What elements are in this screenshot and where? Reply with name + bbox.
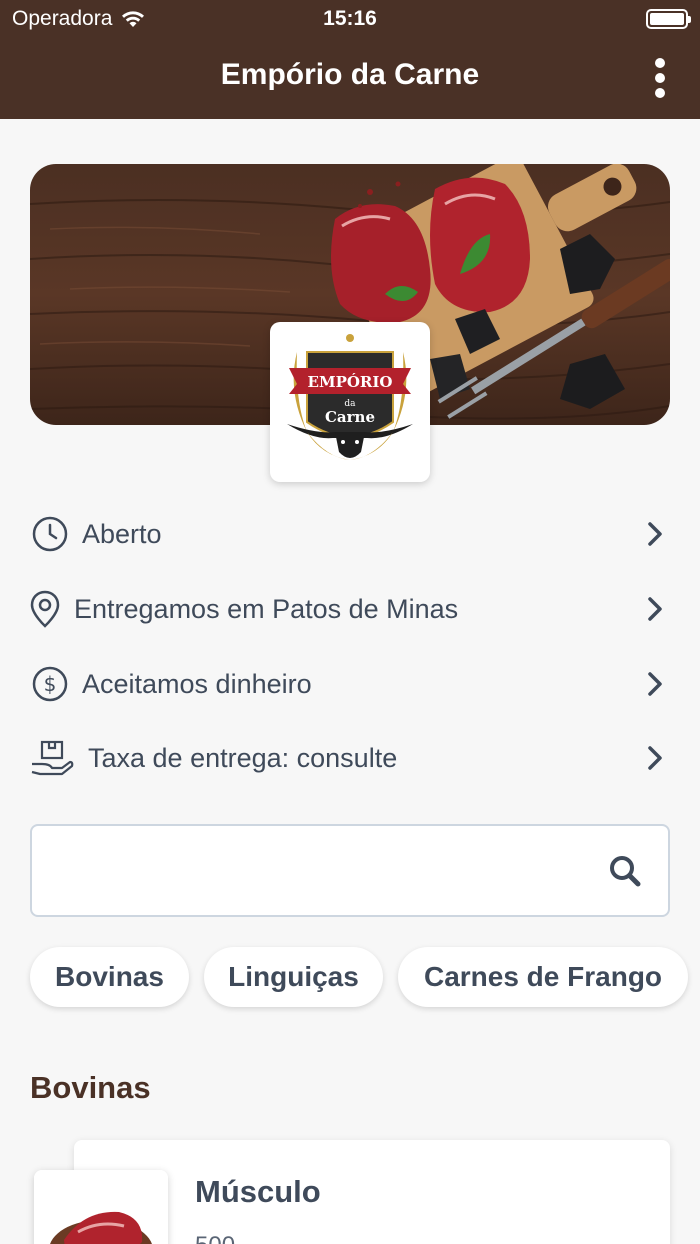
section-title: Bovinas xyxy=(30,1070,151,1105)
location-pin-icon xyxy=(30,589,60,629)
dot-icon xyxy=(655,88,665,98)
category-chip-bovinas[interactable]: Bovinas xyxy=(30,947,189,1007)
store-logo: EMPÓRIO da Carne xyxy=(270,322,430,482)
category-chip-linguicas[interactable]: Linguiças xyxy=(204,947,383,1007)
info-row-label: Aberto xyxy=(82,518,162,549)
store-logo-image: EMPÓRIO da Carne xyxy=(287,334,413,460)
info-row-status[interactable]: Aberto xyxy=(30,509,670,559)
search-icon[interactable] xyxy=(608,854,642,888)
logo-bottom-text: Carne xyxy=(325,408,375,426)
info-row-label: Aceitamos dinheiro xyxy=(82,668,312,699)
category-chip-carnes-de-frango[interactable]: Carnes de Frango xyxy=(398,947,688,1007)
info-row-label: Taxa de entrega: consulte xyxy=(88,742,398,773)
page-title: Empório da Carne xyxy=(220,58,480,91)
dot-icon xyxy=(655,58,665,68)
top-bar: Operadora 15:16 Empório da Carne xyxy=(0,0,700,119)
status-bar: Operadora 15:16 xyxy=(0,0,700,40)
chevron-right-icon xyxy=(640,669,670,699)
product-weight: 500 xyxy=(195,1232,235,1244)
dot-icon xyxy=(655,73,665,83)
chevron-right-icon xyxy=(640,594,670,624)
info-row-label: Entregamos em Patos de Minas xyxy=(74,593,459,624)
svg-text:$: $ xyxy=(44,672,57,696)
search-input[interactable] xyxy=(30,824,670,917)
delivery-box-icon xyxy=(30,738,74,778)
chevron-right-icon xyxy=(640,519,670,549)
info-row-delivery-fee[interactable]: Taxa de entrega: consulte xyxy=(30,733,670,783)
dollar-icon: $ xyxy=(30,664,70,704)
clock-icon xyxy=(30,514,70,554)
logo-top-text: EMPÓRIO xyxy=(308,373,393,391)
info-row-delivery-area[interactable]: Entregamos em Patos de Minas xyxy=(30,584,670,634)
product-image xyxy=(34,1170,168,1244)
info-row-payment[interactable]: $ Aceitamos dinheiro xyxy=(30,659,670,709)
product-name: Músculo xyxy=(195,1174,321,1209)
status-time: 15:16 xyxy=(323,7,377,30)
more-options-button[interactable] xyxy=(650,58,670,98)
chevron-right-icon xyxy=(640,743,670,773)
battery-icon xyxy=(646,9,691,29)
